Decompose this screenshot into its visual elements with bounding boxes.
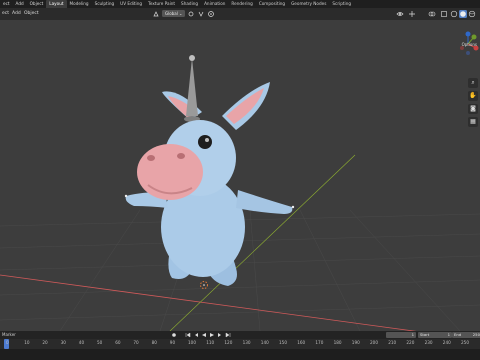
x-axis-line [0,274,417,331]
keyframe-next-icon[interactable] [216,331,224,339]
overlays-icon[interactable] [428,10,436,18]
3d-viewport[interactable]: Options ⌕ ✋ ◙ ▦ [0,20,480,331]
menu-add[interactable]: Add [12,10,21,18]
origin-dot-right [291,205,295,209]
pivot-point-icon[interactable] [187,10,195,18]
ruler-tick: 200 [370,340,378,345]
tab-texture-paint[interactable]: Texture Paint [145,0,178,8]
end-label: End [454,332,462,337]
ruler-tick: 250 [461,340,469,345]
tab-rendering[interactable]: Rendering [228,0,255,8]
ruler-tick: 100 [188,340,196,345]
ruler-tick: 230 [424,340,433,345]
tab-animation[interactable]: Animation [201,0,228,8]
menu-object[interactable]: Object [24,10,39,18]
snap-icon[interactable] [197,10,205,18]
ruler-tick: 80 [151,340,157,345]
timeline-marker-menu[interactable]: Marker [2,331,16,339]
visibility-icon[interactable] [396,10,404,18]
ruler-tick: 50 [97,340,103,345]
current-frame-field[interactable]: 1 [386,332,416,338]
viewport-header: ect Add Object Global ⌄ [0,8,480,20]
play-reverse-icon[interactable] [200,331,208,339]
tab-sculpting[interactable]: Sculpting [92,0,118,8]
start-label: Start [420,332,430,337]
ruler-tick: 180 [333,340,342,345]
ruler-tick: 30 [60,340,66,345]
ruler-tick: 60 [115,340,121,345]
tab-uv-editing[interactable]: UV Editing [117,0,145,8]
gizmo-icon[interactable] [408,10,416,18]
shading-material-icon[interactable] [468,10,476,18]
ruler-tick: 160 [297,340,306,345]
end-value: 250 [472,332,480,337]
ruler-tick: 120 [224,340,233,345]
viewport-scene [0,31,480,331]
ruler-tick: 110 [206,340,215,345]
tab-scripting[interactable]: Scripting [329,0,354,8]
start-frame-field[interactable]: Start 1 [418,332,452,338]
jump-start-icon[interactable] [184,331,192,339]
top-menu-1[interactable]: Add [13,0,27,8]
tab-geometry-nodes[interactable]: Geometry Nodes [288,0,329,8]
hand-icon[interactable]: ✋ [468,91,478,101]
ruler-tick: 240 [442,340,451,345]
ruler-tick: 0 [6,340,9,345]
camera-icon[interactable]: ◙ [468,104,478,114]
workspace-tabs-bar: ect Add Object Layout Modeling Sculpting UV E… [0,0,480,8]
zoom-icon[interactable]: ⌕ [468,78,478,88]
top-menu-0[interactable]: ect [0,0,13,8]
record-icon[interactable] [170,331,178,339]
ruler-tick: 20 [42,340,48,345]
start-value: 1 [447,332,450,337]
3d-cursor[interactable] [200,281,208,289]
transform-pivot-icon[interactable] [152,10,160,18]
keyframe-prev-icon[interactable] [192,331,200,339]
tab-compositing[interactable]: Compositing [256,0,288,8]
top-menus: ect Add Object [0,0,46,8]
grid-icon[interactable]: ▦ [468,117,478,127]
timeline-body[interactable] [0,349,480,360]
frame-ruler[interactable]: 0 10 20 30 40 50 60 70 80 90 100 110 120 130 140 150 160… [0,339,480,349]
ruler-tick: 90 [169,340,176,345]
workspace-tabs: Layout Modeling Sculpting UV Editing Texture… [46,0,354,8]
tab-modeling[interactable]: Modeling [67,0,92,8]
options-label[interactable]: Options [462,42,477,47]
character-model[interactable] [125,55,293,286]
ruler-tick: 10 [24,340,30,345]
ruler-tick: 210 [388,340,397,345]
ruler-tick: 190 [351,340,360,345]
menu-select[interactable]: ect [2,10,9,18]
ruler-tick: 150 [279,340,287,345]
proportional-edit-icon[interactable] [207,10,215,18]
ruler-tick: 130 [242,340,251,345]
xray-icon[interactable] [440,10,448,18]
end-frame-field[interactable]: End 250 [452,332,480,338]
ruler-tick: 40 [78,340,85,345]
play-icon[interactable] [208,331,216,339]
shading-wireframe-icon[interactable] [450,10,458,18]
shading-solid-icon[interactable] [459,10,467,18]
jump-end-icon[interactable] [224,331,232,339]
ruler-tick: 170 [315,340,324,345]
orientation-label: Global [165,11,178,16]
ruler-tick: 140 [260,340,269,345]
timeline-header: Marker 1 Start 1 End 250 [0,331,480,339]
tab-layout[interactable]: Layout [46,0,67,8]
viewport-nav-tools: ⌕ ✋ ◙ ▦ [468,78,478,127]
transform-orientation-select[interactable]: Global ⌄ [162,10,186,17]
tab-shading[interactable]: Shading [178,0,201,8]
top-menu-2[interactable]: Object [27,0,47,8]
ruler-tick: 70 [133,340,139,345]
origin-dot-left [124,194,128,198]
ruler-tick: 220 [406,340,415,345]
